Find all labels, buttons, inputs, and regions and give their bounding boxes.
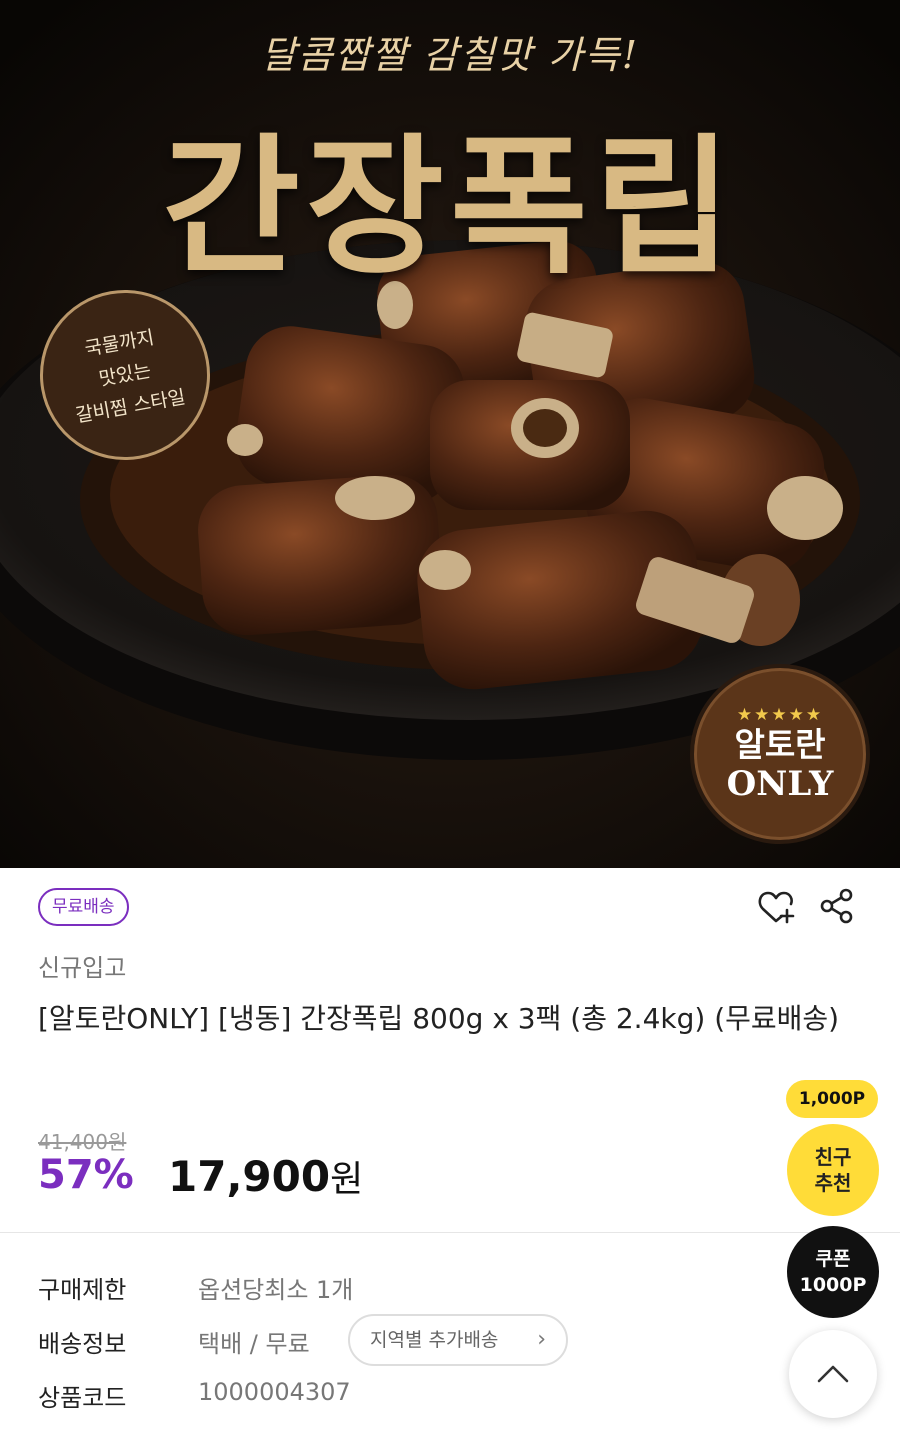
exclusive-badge-line2: ONLY <box>726 764 834 804</box>
sale-price-number: 17,900 <box>168 1152 331 1201</box>
regional-shipping-label: 지역별 추가배송 <box>370 1329 499 1351</box>
friend-referral-button[interactable]: 친구 추천 <box>787 1124 879 1216</box>
exclusive-badge: ★★★★★ 알토란 ONLY <box>690 664 870 844</box>
scroll-top-button[interactable] <box>789 1330 877 1418</box>
chevron-up-icon <box>817 1365 849 1383</box>
sale-price-unit: 원 <box>330 1159 364 1200</box>
exclusive-badge-line1: 알토란 <box>734 725 826 764</box>
purchase-limit-value: 옵션당최소 1개 <box>198 1276 354 1304</box>
friend-referral-line2: 추천 <box>814 1171 852 1195</box>
product-code-value: 1000004307 <box>198 1378 351 1406</box>
purchase-limit-label: 구매제한 <box>38 1276 127 1304</box>
section-divider <box>0 1232 900 1233</box>
shipping-info-row: 배송정보 택배 / 무료 <box>38 1324 310 1359</box>
heart-plus-icon <box>758 891 795 924</box>
product-code-label: 상품코드 <box>38 1384 127 1412</box>
hero-subtitle: 달콤짭짤 감칠맛 가득! <box>260 33 640 77</box>
share-icon <box>820 888 853 924</box>
shipping-info-value: 택배 / 무료 <box>198 1330 310 1358</box>
star-icons: ★★★★★ <box>736 705 824 725</box>
coupon-line2: 1000P <box>799 1274 867 1296</box>
sale-price: 17,900원 <box>168 1150 363 1202</box>
wishlist-button[interactable] <box>754 884 798 928</box>
product-hero-image: 달콤짭짤 감칠맛 가득! 간장폭립 국물까지 맛있는 갈비찜 스타일 ★★★★★… <box>0 0 900 868</box>
hero-title: 간장폭립 <box>161 119 738 295</box>
points-tag: 1,000P <box>786 1080 878 1118</box>
shipping-info-label: 배송정보 <box>38 1330 127 1358</box>
chevron-right-icon: › <box>537 1327 546 1352</box>
product-title: [알토란ONLY] [냉동] 간장폭립 800g x 3팩 (총 2.4kg) … <box>38 1002 840 1035</box>
free-shipping-tag: 무료배송 <box>38 888 129 926</box>
coupon-button[interactable]: 쿠폰 1000P <box>787 1226 879 1318</box>
purchase-limit-row: 구매제한 옵션당최소 1개 <box>38 1270 353 1305</box>
product-code-row: 상품코드 1000004307 <box>38 1378 351 1413</box>
new-arrival-label: 신규입고 <box>38 954 127 982</box>
original-price: 41,400원 <box>38 1130 127 1154</box>
regional-shipping-button[interactable]: 지역별 추가배송 › <box>348 1314 568 1366</box>
discount-rate: 57% <box>38 1152 134 1198</box>
coupon-line1: 쿠폰 <box>815 1248 851 1270</box>
friend-referral-line1: 친구 <box>814 1145 852 1169</box>
share-button[interactable] <box>815 884 859 928</box>
